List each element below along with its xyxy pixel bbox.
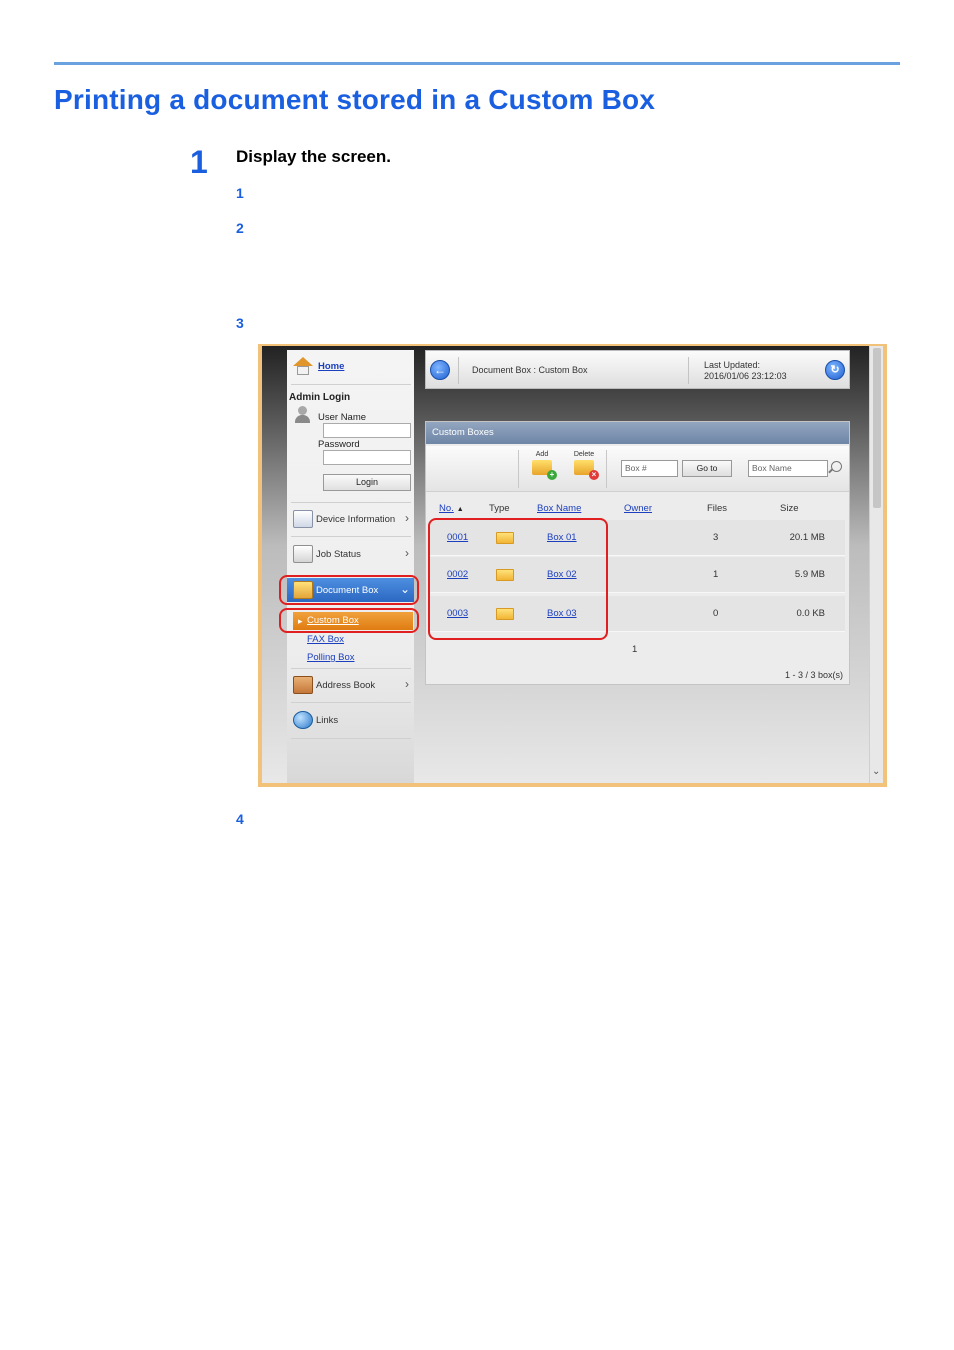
refresh-icon[interactable]: ↻ [825,360,845,380]
scroll-down-icon[interactable]: ⌄ [872,766,880,777]
toolbar: Add + Delete × Box # Go to Box Name [426,446,849,492]
home-label[interactable]: Home [318,361,344,372]
nav-device-information[interactable]: Device Information › [293,507,413,531]
home-link[interactable]: Home [293,356,344,376]
job-status-icon [293,545,313,563]
home-icon [293,356,313,376]
password-label: Password [318,439,360,450]
box-files: 3 [713,532,719,543]
last-updated-value: 2016/01/06 23:12:03 [704,371,787,381]
back-arrow-icon[interactable]: ← [430,360,450,380]
screenshot-frame: ⌄ Home Admin Login User Name Password Lo… [258,344,887,787]
box-files: 0 [713,608,719,619]
nav-address-book-label: Address Book [316,679,376,691]
delete-box-button[interactable]: Delete × [571,451,599,480]
substep-number-1: 1 [236,185,244,201]
divider [606,450,607,488]
page-number[interactable]: 1 [632,644,637,655]
add-box-button[interactable]: Add + [529,451,557,480]
nav-fax-box[interactable]: FAX Box [307,634,344,645]
folder-delete-icon: × [574,460,599,480]
box-number-input[interactable]: Box # [621,460,678,477]
top-rule [54,62,900,65]
highlight-document-box [279,575,419,605]
breadcrumb: Document Box : Custom Box [472,365,588,375]
delete-label: Delete [573,451,595,458]
divider [458,357,459,384]
divider [688,357,689,384]
divider [291,668,411,669]
substep-number-2: 2 [236,220,244,236]
page-title: Printing a document stored in a Custom B… [54,84,656,115]
column-header-no[interactable]: No. ▲ [439,503,464,514]
divider [291,702,411,703]
column-header-owner[interactable]: Owner [624,503,652,514]
user-name-label: User Name [318,412,367,423]
box-files: 1 [713,569,719,580]
chevron-right-icon: › [405,546,409,560]
nav-address-book[interactable]: Address Book › [293,673,413,697]
device-information-icon [293,510,313,528]
divider [291,738,411,739]
step-number: 1 [190,144,208,180]
step-text: Display the screen. [236,147,391,166]
vertical-scrollbar[interactable]: ⌄ [869,346,883,783]
add-label: Add [535,451,549,458]
box-size: 5.9 MB [794,569,825,580]
chevron-right-icon: › [405,511,409,525]
nav-job-status-label: Job Status [316,548,361,560]
address-book-icon [293,676,313,694]
search-icon[interactable] [831,461,842,472]
admin-login-title: Admin Login [289,392,351,403]
divider [518,450,519,488]
column-header-size: Size [780,503,799,514]
nav-device-information-label: Device Information [316,513,396,525]
box-size: 0.0 KB [796,608,825,619]
divider [291,502,411,503]
box-name-search-input[interactable]: Box Name [748,460,828,477]
scrollbar-thumb[interactable] [873,348,881,508]
go-to-button[interactable]: Go to [682,460,732,477]
sort-ascending-icon: ▲ [456,506,464,513]
highlight-custom-box [279,608,419,633]
nav-links[interactable]: Links [293,708,413,732]
column-header-type: Type [489,503,510,514]
divider [291,536,411,537]
nav-polling-box[interactable]: Polling Box [307,652,355,663]
divider [291,384,411,385]
column-header-files: Files [707,503,728,514]
box-size: 20.1 MB [789,532,825,543]
substep-number-4: 4 [236,811,244,827]
password-input[interactable] [323,450,411,465]
chevron-right-icon: › [405,677,409,691]
nav-links-label: Links [316,714,339,726]
last-updated-label: Last Updated: [704,360,761,370]
substep-number-3: 3 [236,315,244,331]
left-panel: Home Admin Login User Name Password Logi… [287,350,414,783]
highlight-box-list [428,518,608,640]
browser-viewport: ⌄ Home Admin Login User Name Password Lo… [262,346,883,783]
header-bar: ← Document Box : Custom Box Last Updated… [425,350,850,389]
nav-job-status[interactable]: Job Status › [293,542,413,566]
login-button[interactable]: Login [323,474,411,491]
folder-add-icon: + [532,460,557,480]
user-icon [295,406,310,424]
user-name-input[interactable] [323,423,411,438]
column-header-box-name[interactable]: Box Name [537,503,581,514]
globe-icon [293,711,313,729]
result-range: 1 - 3 / 3 box(s) [784,670,843,680]
panel-title: Custom Boxes [426,422,849,444]
